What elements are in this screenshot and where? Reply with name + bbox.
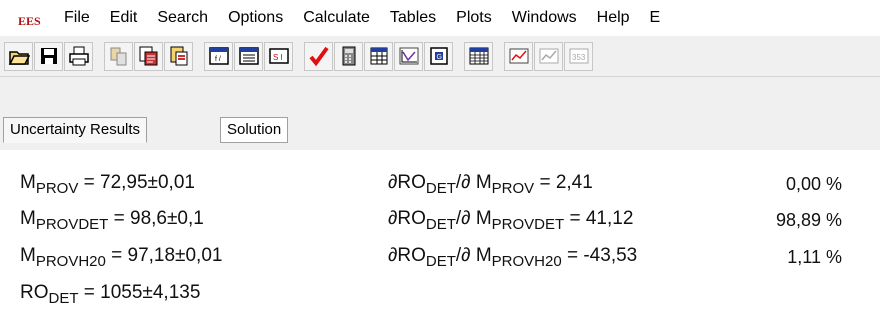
- diagram-icon[interactable]: G: [424, 41, 453, 71]
- formatted-equations-icon[interactable]: [234, 41, 263, 71]
- menu-file[interactable]: File: [54, 9, 100, 27]
- svg-text:353: 353: [572, 53, 586, 62]
- copy-format-icon[interactable]: [134, 41, 163, 71]
- check-units-icon[interactable]: [304, 41, 333, 71]
- save-icon[interactable]: [34, 41, 63, 71]
- tab-solution[interactable]: Solution: [220, 117, 289, 143]
- si-units-icon[interactable]: S I: [264, 41, 293, 71]
- plot-window-icon[interactable]: [504, 41, 533, 71]
- variable-m-provh20: MPROVH20 = 97,18±0,01: [20, 245, 223, 270]
- app-logo-icon[interactable]: EES: [18, 7, 44, 29]
- partial-derivative-m-provdet: ∂RODET/∂ MPROVDET = 41,12: [388, 208, 634, 233]
- menu-windows[interactable]: Windows: [502, 9, 587, 27]
- partial-derivative-m-provh20: ∂RODET/∂ MPROVH20 = -43,53: [388, 245, 638, 270]
- paste-format-icon[interactable]: [164, 41, 193, 71]
- svg-text:S I: S I: [273, 53, 283, 62]
- variable-m-provdet: MPROVDET = 98,6±0,1: [20, 208, 204, 233]
- variable-m-prov: MPROV = 72,95±0,01: [20, 172, 195, 197]
- calculator-icon[interactable]: [334, 41, 363, 71]
- menu-overflow-item[interactable]: E: [640, 9, 671, 27]
- partial-derivative-m-prov: ∂RODET/∂ MPROV = 2,41: [388, 172, 593, 197]
- equations-icon[interactable]: [104, 41, 133, 71]
- menu-tables[interactable]: Tables: [380, 9, 446, 27]
- svg-text:f /: f /: [215, 56, 221, 63]
- toolbar: f / S I G 353: [0, 36, 880, 76]
- menu-edit[interactable]: Edit: [100, 9, 148, 27]
- tab-uncertainty-results[interactable]: Uncertainty Results: [3, 117, 148, 143]
- menu-calculate[interactable]: Calculate: [293, 9, 380, 27]
- plot-icon[interactable]: [394, 41, 423, 71]
- parametric-table-icon[interactable]: [464, 41, 493, 71]
- solution-window-icon[interactable]: f /: [204, 41, 233, 71]
- percent-m-provdet: 98,89 %: [775, 210, 842, 230]
- integral-table-icon[interactable]: 353: [564, 41, 593, 71]
- percent-m-prov: 0,00 %: [785, 174, 842, 194]
- menu-bar: EES File Edit Search Options Calculate T…: [0, 0, 880, 36]
- tab-strip: Uncertainty Results Solution: [0, 76, 880, 151]
- app-logo-text: EES: [18, 14, 41, 28]
- menu-options[interactable]: Options: [218, 9, 293, 27]
- menu-help[interactable]: Help: [587, 9, 640, 27]
- svg-text:G: G: [436, 54, 441, 61]
- variable-ro-det: RODET = 1055±4,135: [20, 282, 201, 307]
- menu-search[interactable]: Search: [147, 9, 218, 27]
- open-folder-icon[interactable]: [4, 41, 33, 71]
- menu-plots[interactable]: Plots: [446, 9, 502, 27]
- print-icon[interactable]: [64, 41, 93, 71]
- plot-window-2-icon[interactable]: [534, 41, 563, 71]
- uncertainty-results-panel: MPROV = 72,95±0,01 ∂RODET/∂ MPROV = 2,41…: [0, 150, 880, 317]
- percent-m-provh20: 1,11 %: [787, 247, 842, 267]
- lookup-table-icon[interactable]: [364, 41, 393, 71]
